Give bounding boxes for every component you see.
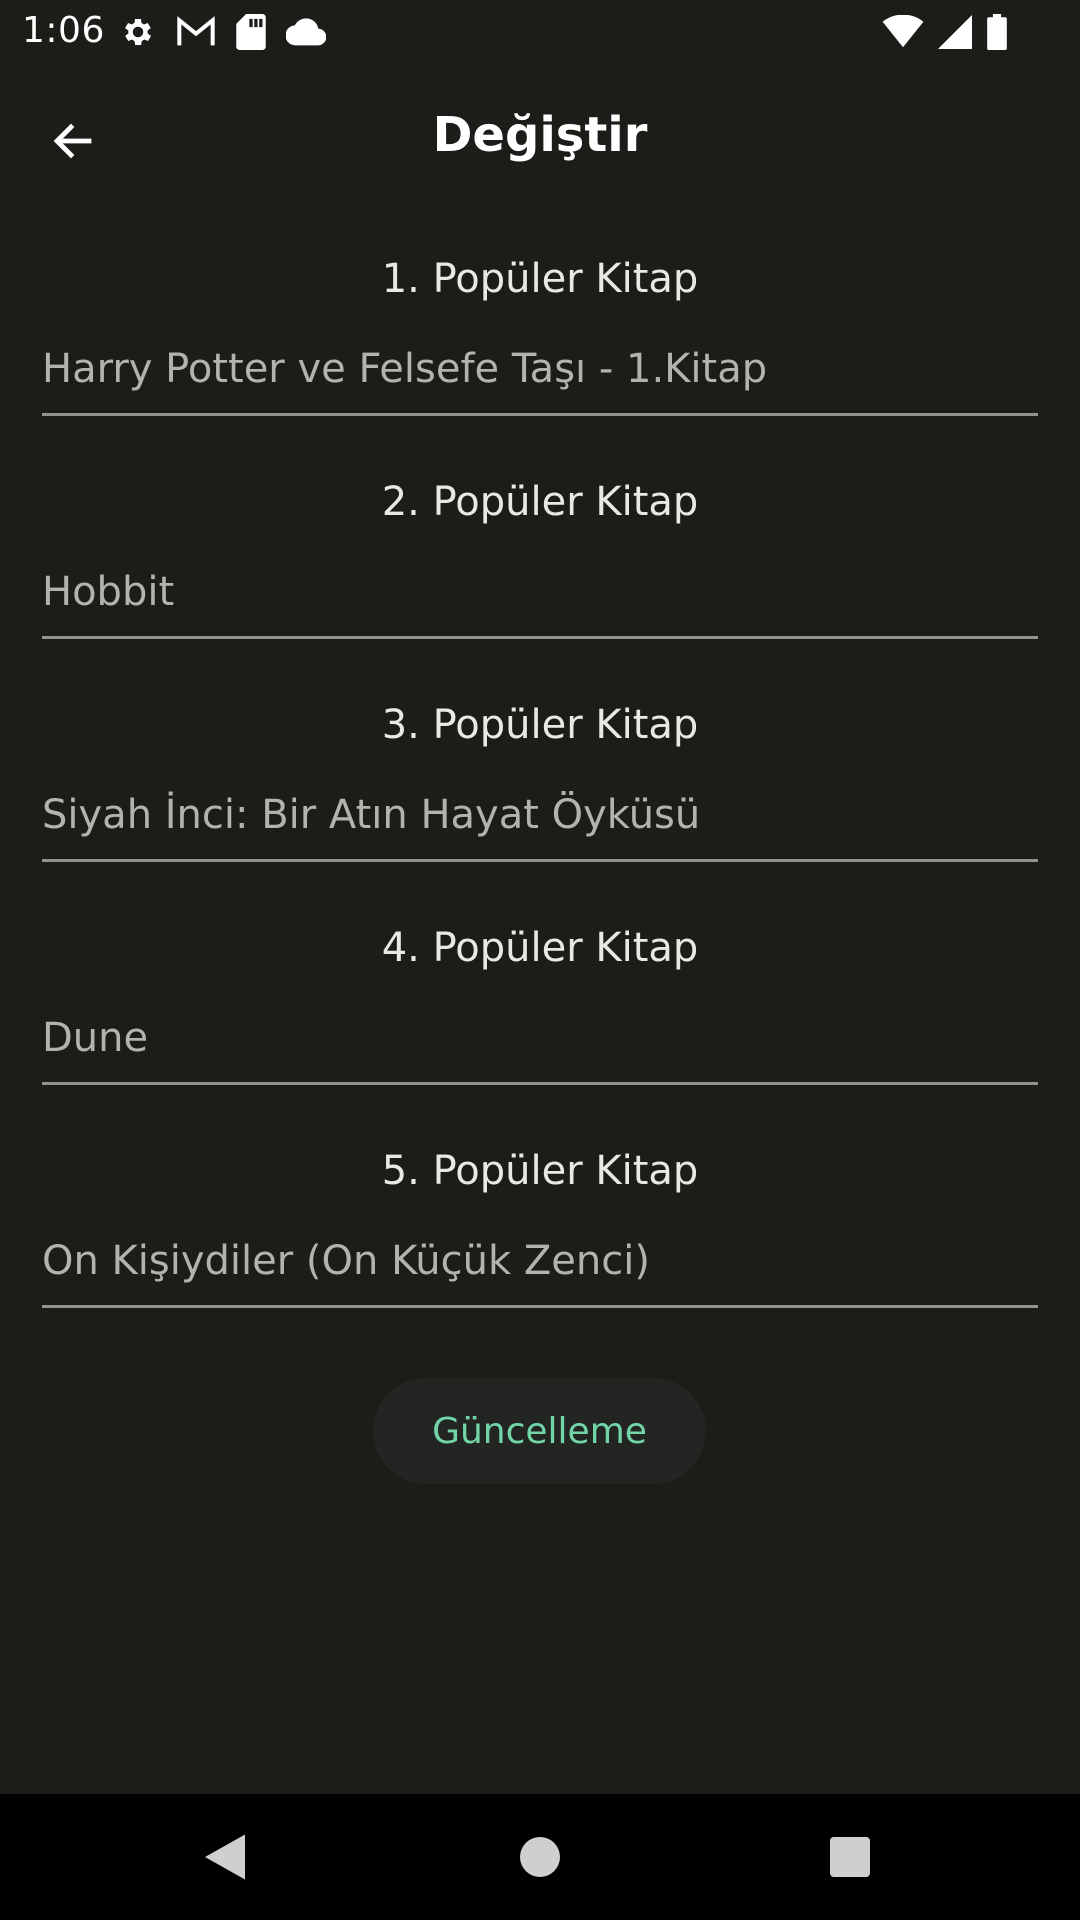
status-time: 1:06 [22,10,105,51]
sd-card-icon [236,14,266,50]
book-field-1: 1. Popüler Kitap Harry Potter ve Felsefe… [42,256,1038,431]
book-field-3: 3. Popüler Kitap Siyah İnci: Bir Atın Ha… [42,702,1038,877]
input-underline [42,1082,1038,1085]
book-field-5: 5. Popüler Kitap On Kişiydiler (On Küçük… [42,1148,1038,1323]
book-input-3[interactable]: Siyah İnci: Bir Atın Hayat Öyküsü [42,792,700,838]
book-field-2: 2. Popüler Kitap Hobbit [42,479,1038,654]
book-label: 3. Popüler Kitap [381,702,699,748]
input-underline [42,636,1038,639]
status-icons-left [120,12,326,52]
book-input-5[interactable]: On Kişiydiler (On Küçük Zenci) [42,1238,650,1284]
book-input-4[interactable]: Dune [42,1015,148,1061]
input-underline [42,859,1038,862]
signal-icon [938,15,972,49]
battery-icon [987,14,1007,50]
back-triangle-icon[interactable] [195,1827,255,1887]
book-field-4: 4. Popüler Kitap Dune [42,925,1038,1100]
recents-square-icon[interactable] [820,1827,880,1887]
input-underline [42,1305,1038,1308]
cloud-icon [286,18,326,46]
app-bar: Değiştir [0,70,1080,205]
book-label: 5. Popüler Kitap [381,1148,699,1194]
book-input-1[interactable]: Harry Potter ve Felsefe Taşı - 1.Kitap [42,346,767,392]
gmail-icon [177,16,215,46]
book-input-2[interactable]: Hobbit [42,569,174,615]
page-title: Değiştir [432,107,648,163]
wifi-icon [882,15,924,48]
update-button[interactable]: Güncelleme [373,1378,706,1484]
status-icons-right [882,12,1008,52]
book-label: 2. Popüler Kitap [381,479,699,525]
book-label: 1. Popüler Kitap [381,256,699,302]
gear-icon [125,18,152,46]
input-underline [42,413,1038,416]
book-label: 4. Popüler Kitap [381,925,699,971]
home-circle-icon[interactable] [510,1827,570,1887]
status-bar: 1:06 [0,0,1080,64]
navigation-bar [0,1794,1080,1920]
